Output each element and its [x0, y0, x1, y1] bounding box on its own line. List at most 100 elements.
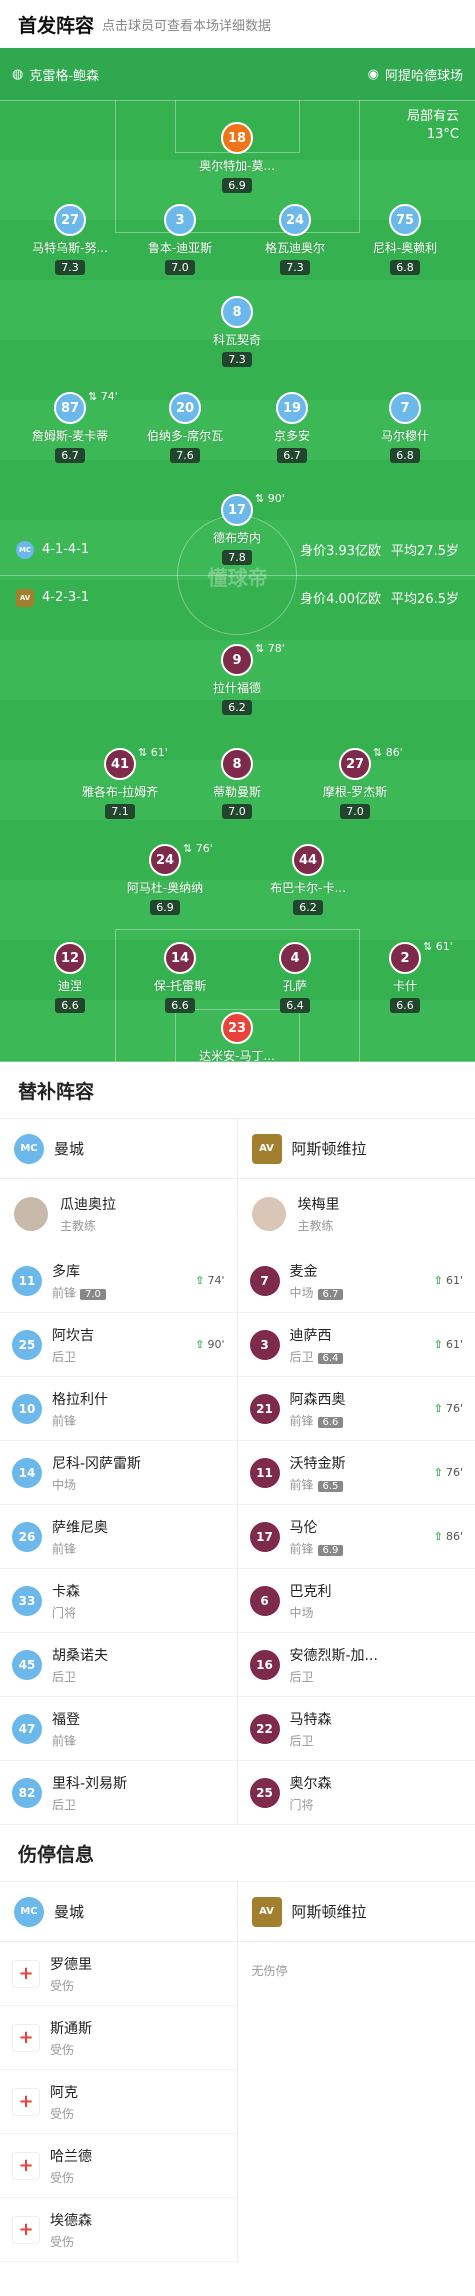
- away-player[interactable]: 41 ⇅ 61' 雅各布-拉姆齐 7.1: [60, 746, 180, 819]
- player-name: 卡什: [392, 979, 417, 993]
- sub-player-row[interactable]: 11 沃特金斯 前锋 6.5 ⇧ 76': [237, 1441, 475, 1505]
- sub-in-icon: ⇧: [433, 1402, 443, 1415]
- player-number: 41: [104, 748, 136, 780]
- sub-position: 门将: [289, 1797, 314, 1812]
- player-number: 9: [221, 644, 253, 676]
- sub-name: 迪萨西: [289, 1327, 332, 1344]
- injured-name: 埃德森: [50, 2212, 92, 2229]
- home-player[interactable]: 87 ⇅ 74' 詹姆斯-麦卡蒂 6.7: [10, 390, 130, 463]
- injuries-home-team[interactable]: MC 曼城: [0, 1882, 237, 1942]
- home-player[interactable]: 27 马特乌斯-努... 7.3: [10, 204, 130, 275]
- away-player[interactable]: 2 ⇅ 61' 卡什 6.6: [345, 940, 465, 1013]
- weather: 局部有云 13°C: [407, 108, 459, 144]
- sub-number: 82: [12, 1777, 42, 1808]
- player-rating: 6.6: [390, 998, 420, 1013]
- injuries-home-column: MC 曼城 + 罗德里 受伤 + 斯通斯 受伤 + 阿克 受伤 + 哈兰德 受伤 + 埃德森 受伤: [0, 1882, 238, 2262]
- player-rating: 6.2: [293, 900, 323, 915]
- away-player[interactable]: 14 保-托雷斯 6.6: [120, 942, 240, 1013]
- injury-row[interactable]: + 埃德森 受伤: [0, 2198, 237, 2262]
- player-name: 京多安: [273, 429, 310, 443]
- home-age: 平均27.5岁: [391, 544, 459, 559]
- subs-away-team[interactable]: AV 阿斯顿维拉: [237, 1119, 475, 1179]
- sub-player-row[interactable]: 45 胡桑诺夫 后卫: [0, 1633, 237, 1697]
- sub-player-row[interactable]: 14 尼科-冈萨雷斯 中场: [0, 1441, 237, 1505]
- injury-row[interactable]: + 罗德里 受伤: [0, 1942, 237, 2006]
- mancity-badge-icon: MC: [14, 1133, 44, 1164]
- villa-badge-icon: AV: [251, 1133, 282, 1164]
- sub-position: 后卫: [52, 1669, 77, 1684]
- sub-name: 麦金: [289, 1263, 318, 1280]
- sub-player-row[interactable]: 22 马特森 后卫: [237, 1697, 475, 1761]
- sub-name: 里科-刘易斯: [52, 1775, 128, 1792]
- player-rating: 6.4: [280, 998, 310, 1013]
- subs-home-team[interactable]: MC 曼城: [0, 1119, 237, 1179]
- sub-player-row[interactable]: 25 奥尔森 门将: [237, 1761, 475, 1825]
- injured-name: 哈兰德: [50, 2148, 92, 2165]
- injury-row[interactable]: + 斯通斯 受伤: [0, 2006, 237, 2070]
- away-formation: 4-2-3-1: [42, 590, 90, 605]
- home-player[interactable]: 7 马尔穆什 6.8: [345, 392, 465, 463]
- injury-row[interactable]: + 阿克 受伤: [0, 2070, 237, 2134]
- injuries-away-team-name: 阿斯顿维拉: [291, 1903, 367, 1921]
- home-player[interactable]: 24 格瓦迪奥尔 7.3: [235, 204, 355, 275]
- away-player[interactable]: 44 布巴卡尔-卡... 6.2: [248, 844, 368, 915]
- sub-player-row[interactable]: 25 阿坎吉 后卫 ⇧ 90': [0, 1313, 237, 1377]
- sub-number: 16: [249, 1649, 280, 1680]
- sub-player-row[interactable]: 47 福登 前锋: [0, 1697, 237, 1761]
- sub-in-time: ⇧ 61': [433, 1274, 463, 1287]
- home-player[interactable]: 8 科瓦契奇 7.3: [177, 296, 297, 367]
- player-name: 科瓦契奇: [212, 333, 261, 347]
- injuries-away-team[interactable]: AV 阿斯顿维拉: [237, 1882, 475, 1942]
- sub-name: 马伦: [289, 1519, 318, 1536]
- player-name: 格瓦迪奥尔: [264, 241, 325, 255]
- sub-position: 前锋 6.5: [290, 1476, 424, 1493]
- sub-player-row[interactable]: 82 里科-刘易斯 后卫: [0, 1761, 237, 1825]
- injured-name: 阿克: [50, 2084, 78, 2101]
- sub-in-time: ⇧ 74': [195, 1274, 225, 1287]
- sub-time: ⇅ 78': [255, 642, 285, 655]
- injuries-title: 伤停信息: [0, 1825, 475, 1881]
- player-name: 伯纳多-席尔瓦: [146, 429, 224, 443]
- away-player[interactable]: 24 ⇅ 76' 阿马杜-奥纳纳 6.9: [105, 842, 225, 915]
- home-player[interactable]: 20 伯纳多-席尔瓦 7.6: [125, 392, 245, 463]
- sub-position: 后卫: [52, 1797, 77, 1812]
- away-player[interactable]: 8 蒂勒曼斯 7.0: [177, 748, 297, 819]
- sub-position: 中场: [289, 1605, 314, 1620]
- home-coach[interactable]: 瓜迪奥拉 主教练: [0, 1179, 237, 1249]
- injury-status: 受伤: [50, 2042, 75, 2057]
- sub-player-row[interactable]: 33 卡森 门将: [0, 1569, 237, 1633]
- sub-player-row[interactable]: 11 多库 前锋 7.0 ⇧ 74': [0, 1249, 237, 1313]
- no-injuries: 无伤停: [251, 1964, 288, 1978]
- away-player[interactable]: 23达米安-马丁...7.3: [177, 1012, 297, 1062]
- sub-player-row[interactable]: 3 迪萨西 后卫 6.4 ⇧ 61': [237, 1313, 475, 1377]
- injury-row[interactable]: + 哈兰德 受伤: [0, 2134, 237, 2198]
- away-player[interactable]: 9 ⇅ 78' 拉什福德 6.2: [177, 642, 297, 715]
- sub-player-row[interactable]: 7 麦金 中场 6.7 ⇧ 61': [237, 1249, 475, 1313]
- away-coach[interactable]: 埃梅里 主教练: [238, 1179, 475, 1249]
- player-rating: 6.9: [150, 900, 180, 915]
- sub-player-row[interactable]: 6 巴克利 中场: [237, 1569, 475, 1633]
- sub-player-row[interactable]: 17 马伦 前锋 6.9 ⇧ 86': [237, 1505, 475, 1569]
- away-player[interactable]: 12 迪涅 6.6: [10, 942, 130, 1013]
- sub-position: 中场: [52, 1477, 77, 1492]
- home-player[interactable]: 3 鲁本-迪亚斯 7.0: [120, 204, 240, 275]
- sub-in-time: ⇧ 61': [433, 1338, 463, 1351]
- sub-player-row[interactable]: 21 阿森西奥 前锋 6.6 ⇧ 76': [237, 1377, 475, 1441]
- sub-player-row[interactable]: 16 安德烈斯-加... 后卫: [237, 1633, 475, 1697]
- sub-rating: 6.6: [317, 1416, 344, 1428]
- away-player[interactable]: 4 孔萨 6.4: [235, 942, 355, 1013]
- away-badge-icon: AV: [16, 588, 34, 607]
- sub-player-row[interactable]: 10 格拉利什 前锋: [0, 1377, 237, 1441]
- injuries-home-team-name: 曼城: [54, 1903, 85, 1921]
- home-player[interactable]: 19 京多安 6.7: [232, 392, 352, 463]
- player-rating: 7.1: [105, 804, 135, 819]
- home-player[interactable]: 18 奥尔特加-莫... 6.9: [177, 122, 297, 193]
- player-name: 尼科-奥赖利: [372, 241, 438, 255]
- away-player[interactable]: 27 ⇅ 86' 摩根-罗杰斯 7.0: [295, 746, 415, 819]
- home-player[interactable]: 75 尼科-奥赖利 6.8: [345, 204, 465, 275]
- lineup-title: 首发阵容: [18, 14, 95, 37]
- sub-name: 萨维尼奥: [52, 1519, 108, 1536]
- player-rating: 6.6: [165, 998, 195, 1013]
- sub-player-row[interactable]: 26 萨维尼奥 前锋: [0, 1505, 237, 1569]
- sub-number: 22: [249, 1713, 280, 1744]
